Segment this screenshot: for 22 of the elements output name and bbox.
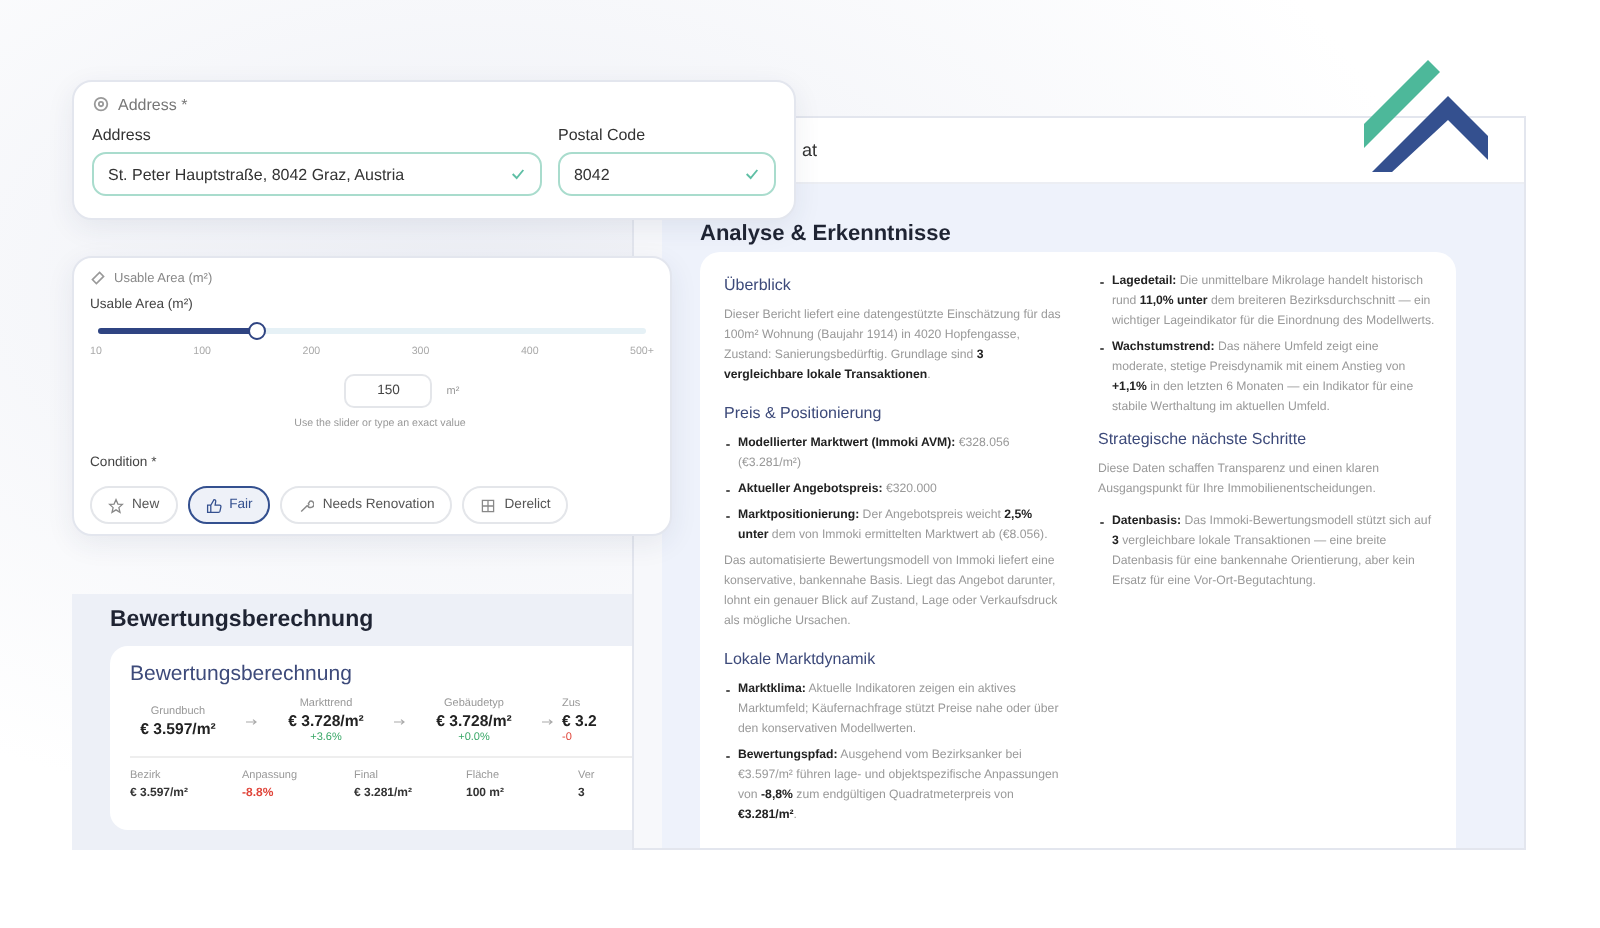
- check-icon: [509, 166, 526, 182]
- arrow-icon: [246, 717, 258, 725]
- logo-icon: [1360, 56, 1492, 172]
- subsection-heading: Strategische nächste Schritte: [1098, 430, 1309, 448]
- address-field[interactable]: St. Peter Hauptstraße, 8042 Graz, Austria: [92, 152, 542, 196]
- check-icon: [744, 166, 760, 182]
- tag-icon: [90, 270, 106, 286]
- subsection-heading: Preis & Positionierung: [724, 404, 884, 422]
- card-title: Bewertungsberechnung: [130, 662, 354, 686]
- section-title: Address *: [118, 96, 188, 114]
- panel-title: Bewertungsberechnung: [110, 608, 376, 632]
- subsection-heading: Lokale Marktdynamik: [724, 650, 878, 668]
- field-label: Address: [92, 126, 153, 144]
- arrow-icon: [394, 717, 406, 725]
- section-heading: Analyse & Erkenntnisse: [700, 222, 953, 246]
- thumbs-up-icon: [205, 497, 222, 513]
- arrow-icon: [542, 717, 554, 725]
- grid-icon: [480, 497, 497, 513]
- slider-handle[interactable]: [248, 321, 267, 339]
- postal-code-field[interactable]: 8042: [557, 152, 776, 196]
- subsection-heading: Überblick: [724, 276, 793, 294]
- star-icon: [108, 497, 124, 513]
